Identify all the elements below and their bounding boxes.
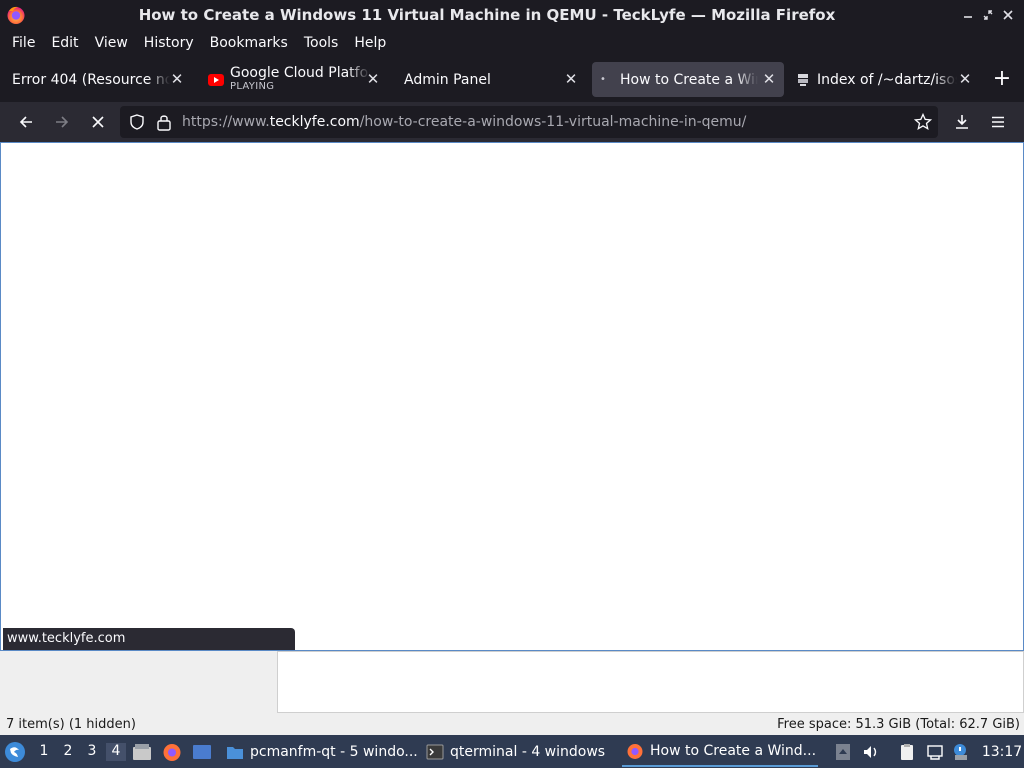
navigation-toolbar: https://www.tecklyfe.com/how-to-create-a…: [0, 102, 1024, 142]
url-scheme: https://www.: [182, 114, 270, 130]
workspace-1[interactable]: 1: [34, 743, 54, 761]
playing-badge: PLAYING: [230, 80, 275, 92]
menu-bar: File Edit View History Bookmarks Tools H…: [0, 30, 1024, 56]
server-icon: [798, 73, 808, 86]
hamburger-menu-icon: [992, 116, 1004, 128]
tab-close-icon[interactable]: ✕: [562, 70, 580, 88]
start-menu-button[interactable]: [4, 735, 28, 768]
minimize-icon: [964, 16, 972, 18]
tab-index-of-isos[interactable]: Index of /~dartz/isos ✕: [790, 62, 980, 97]
shield-icon[interactable]: [128, 113, 146, 131]
task-label: qterminal - 4 windows: [450, 744, 606, 760]
tab-label: Error 404 (Resource not found): [12, 71, 170, 88]
task-label: How to Create a Wind...: [650, 743, 817, 759]
firefox-icon: [163, 743, 181, 761]
folder-icon: [227, 747, 243, 759]
menu-tools[interactable]: Tools: [296, 35, 347, 51]
tab-label: Index of /~dartz/isos: [817, 71, 957, 88]
stop-button[interactable]: [84, 108, 112, 136]
url-text[interactable]: https://www.tecklyfe.com/how-to-create-a…: [182, 114, 746, 130]
download-icon: [956, 115, 968, 129]
task-firefox[interactable]: How to Create a Wind...: [622, 737, 818, 767]
menu-file[interactable]: File: [4, 35, 43, 51]
address-bar[interactable]: https://www.tecklyfe.com/how-to-create-a…: [120, 106, 938, 138]
tab-error-404[interactable]: Error 404 (Resource not found) ✕: [4, 62, 192, 97]
close-button[interactable]: [998, 5, 1018, 25]
firefox-launcher[interactable]: [162, 735, 186, 768]
menu-history[interactable]: History: [136, 35, 202, 51]
menu-view[interactable]: View: [87, 35, 136, 51]
loading-icon: •: [600, 74, 606, 85]
volume-icon[interactable]: [862, 743, 880, 761]
url-host: tecklyfe.com: [269, 114, 360, 130]
window-title: How to Create a Windows 11 Virtual Machi…: [138, 6, 836, 24]
plus-icon: +: [992, 66, 1012, 91]
start-menu-icon: [5, 741, 25, 762]
free-space: Free space: 51.3 GiB (Total: 62.7 GiB): [777, 717, 1020, 732]
window-titlebar[interactable]: How to Create a Windows 11 Virtual Machi…: [0, 0, 1024, 30]
network-icon[interactable]: [926, 743, 944, 761]
tab-label: Admin Panel: [404, 71, 491, 88]
arrow-left-icon: [19, 116, 32, 128]
file-manager-launcher[interactable]: [132, 735, 156, 768]
firefox-icon: [7, 6, 25, 24]
task-qterminal[interactable]: qterminal - 4 windows: [422, 737, 618, 767]
link-status-tooltip: www.tecklyfe.com: [3, 628, 295, 650]
file-manager-statusbar: 7 item(s) (1 hidden) Free space: 51.3 Gi…: [0, 717, 1024, 735]
workspace-2[interactable]: 2: [58, 743, 78, 761]
tab-admin-panel[interactable]: Admin Panel ✕: [396, 62, 586, 97]
tab-label: How to Create a Windows 11 Virtual Machi…: [620, 71, 758, 88]
menu-bookmarks[interactable]: Bookmarks: [202, 35, 296, 51]
new-tab-button[interactable]: +: [990, 68, 1014, 92]
tab-close-icon[interactable]: ✕: [956, 70, 974, 88]
tab-close-icon[interactable]: ✕: [364, 70, 382, 88]
workspace-4[interactable]: 4: [106, 743, 126, 761]
terminal-icon: [426, 744, 444, 760]
file-manager-icon: [133, 743, 151, 760]
item-count: 7 item(s) (1 hidden): [6, 717, 136, 732]
update-notifier-icon[interactable]: [952, 743, 970, 761]
file-manager-area: [0, 651, 1024, 717]
tab-strip: Error 404 (Resource not found) ✕ Google …: [0, 56, 1024, 102]
arrow-right-icon: [56, 116, 69, 128]
tray-arrow-icon[interactable]: [834, 743, 852, 761]
taskbar: 1 2 3 4 pcmanfm-qt - 5 windo... qtermina…: [0, 735, 1024, 768]
task-pcmanfm[interactable]: pcmanfm-qt - 5 windo...: [222, 737, 418, 767]
url-path: /how-to-create-a-windows-11-virtual-mach…: [359, 114, 747, 130]
minimize-button[interactable]: [958, 5, 978, 25]
tab-how-to-create[interactable]: • How to Create a Windows 11 Virtual Mac…: [592, 62, 784, 97]
restore-icon: [983, 10, 993, 20]
tab-close-icon[interactable]: ✕: [760, 70, 778, 88]
lock-icon[interactable]: [156, 113, 172, 131]
app-menu-button[interactable]: [984, 108, 1012, 136]
restore-button[interactable]: [978, 5, 998, 25]
clipboard-icon[interactable]: [898, 743, 916, 761]
file-manager-view[interactable]: [277, 651, 1024, 713]
tab-label: Google Cloud Platform: [230, 65, 370, 80]
clock[interactable]: 13:17: [980, 735, 1024, 768]
task-label: pcmanfm-qt - 5 windo...: [250, 744, 418, 760]
tab-google-cloud[interactable]: Google Cloud Platform PLAYING ✕: [200, 62, 388, 97]
menu-help[interactable]: Help: [346, 35, 394, 51]
page-content[interactable]: www.tecklyfe.com: [0, 142, 1024, 651]
firefox-icon: [627, 744, 643, 759]
desktop-icon: [193, 744, 211, 759]
tab-close-icon[interactable]: ✕: [168, 70, 186, 88]
youtube-icon: [208, 73, 224, 86]
back-button[interactable]: [12, 108, 40, 136]
downloads-button[interactable]: [948, 108, 976, 136]
menu-edit[interactable]: Edit: [43, 35, 86, 51]
stop-icon: [92, 116, 104, 128]
show-desktop-button[interactable]: [192, 735, 216, 768]
workspace-3[interactable]: 3: [82, 743, 102, 761]
forward-button[interactable]: [48, 108, 76, 136]
bookmark-star-icon[interactable]: [914, 113, 932, 131]
close-icon: [1003, 10, 1013, 20]
